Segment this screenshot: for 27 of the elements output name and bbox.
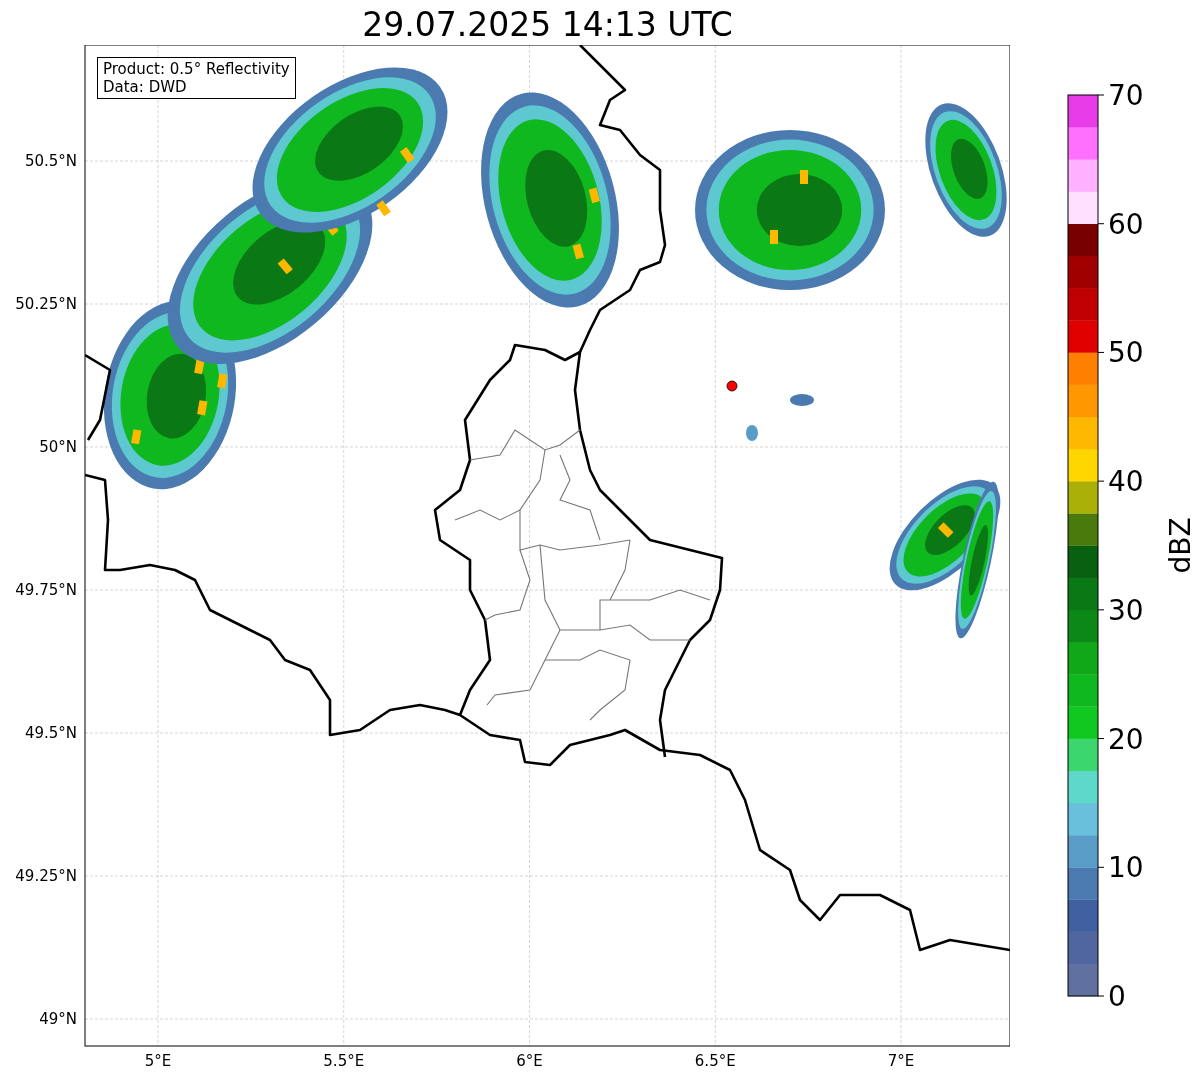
- colorbar-tick-label: 40: [1108, 465, 1144, 499]
- precipitation-echo: [746, 425, 758, 441]
- chart-title: 29.07.2025 14:13 UTC: [362, 5, 733, 45]
- colorbar-tick-label: 70: [1108, 79, 1144, 112]
- axis-tick-label: 49.25°N: [15, 867, 77, 885]
- colorbar-tick-label: 20: [1108, 722, 1144, 756]
- axis-tick-label: 50.5°N: [24, 152, 77, 170]
- axis-tick-label: 49.75°N: [15, 581, 77, 599]
- precipitation-echo: [790, 394, 814, 406]
- axis-tick-label: 50.25°N: [15, 295, 77, 313]
- axis-tick-label: 6°E: [516, 1052, 543, 1070]
- axis-tick-label: 5.5°E: [323, 1052, 365, 1070]
- axis-tick-label: 6.5°E: [694, 1052, 736, 1070]
- axis-tick-label: 49.5°N: [24, 724, 77, 742]
- colorbar-tick-label: 30: [1108, 593, 1144, 627]
- location-marker: [726, 380, 738, 392]
- legend-text: Data: DWD: [103, 78, 188, 96]
- axis-tick-label: 50°N: [39, 438, 77, 456]
- legend-text: Product: 0.5° Reflectivity: [103, 60, 290, 78]
- colorbar-tick-label: 60: [1108, 207, 1144, 241]
- colorbar-tick-label: 10: [1108, 851, 1144, 885]
- colorbar-tick-label: 0: [1108, 980, 1126, 1013]
- colorbar-label: dBZ: [1164, 517, 1197, 574]
- colorbar-tick-label: 50: [1108, 336, 1144, 370]
- axis-tick-label: 49°N: [39, 1010, 77, 1028]
- axis-tick-label: 5°E: [144, 1052, 172, 1070]
- axis-tick-label: 7°E: [887, 1052, 915, 1070]
